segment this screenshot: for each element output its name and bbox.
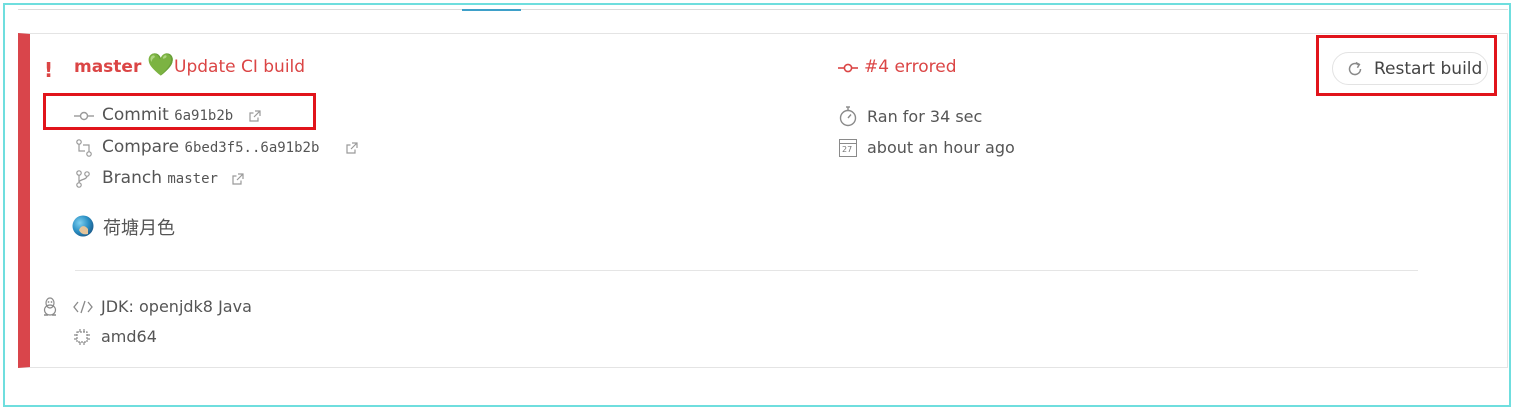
- build-finished-time: about an hour ago: [867, 138, 1015, 157]
- arch-label: amd64: [101, 327, 157, 346]
- branch-detail-link[interactable]: Branch master: [102, 168, 218, 188]
- stopwatch-icon: [839, 106, 857, 127]
- author-name: 荷塘月色: [103, 218, 175, 239]
- annotation-box-commit: [43, 93, 316, 130]
- compare-link[interactable]: Compare 6bed3f5..6a91b2b: [102, 137, 319, 157]
- branch-icon: [76, 170, 90, 188]
- card-divider: [75, 270, 1418, 271]
- annotation-box-restart: [1316, 35, 1497, 96]
- build-card: [18, 33, 1508, 368]
- compare-range: 6bed3f5..6a91b2b: [184, 140, 320, 156]
- external-link-icon[interactable]: [346, 142, 358, 154]
- code-icon: [73, 300, 93, 314]
- green-heart-emoji: 💚: [147, 53, 175, 78]
- calendar-icon: 27: [839, 139, 857, 157]
- build-status-link[interactable]: #4 errored: [864, 57, 957, 77]
- external-link-icon[interactable]: [232, 173, 244, 185]
- tabs-divider: [18, 9, 1508, 10]
- jdk-label: JDK: openjdk8 Java: [101, 297, 252, 316]
- branch-value: master: [167, 171, 218, 187]
- branch-link[interactable]: master: [74, 57, 141, 77]
- commit-message-link[interactable]: Update CI build: [174, 57, 305, 77]
- compare-label: Compare: [102, 137, 180, 157]
- cpu-icon: [74, 329, 90, 345]
- branch-label: Branch: [102, 168, 162, 188]
- active-tab-indicator: [462, 9, 521, 11]
- commit-status-icon: [838, 63, 858, 73]
- avatar[interactable]: [72, 215, 94, 237]
- compare-icon: [76, 139, 92, 157]
- error-exclamation-icon: !: [44, 58, 54, 82]
- linux-icon: [43, 297, 57, 316]
- calendar-day: 27: [842, 145, 853, 154]
- build-duration: Ran for 34 sec: [867, 107, 983, 126]
